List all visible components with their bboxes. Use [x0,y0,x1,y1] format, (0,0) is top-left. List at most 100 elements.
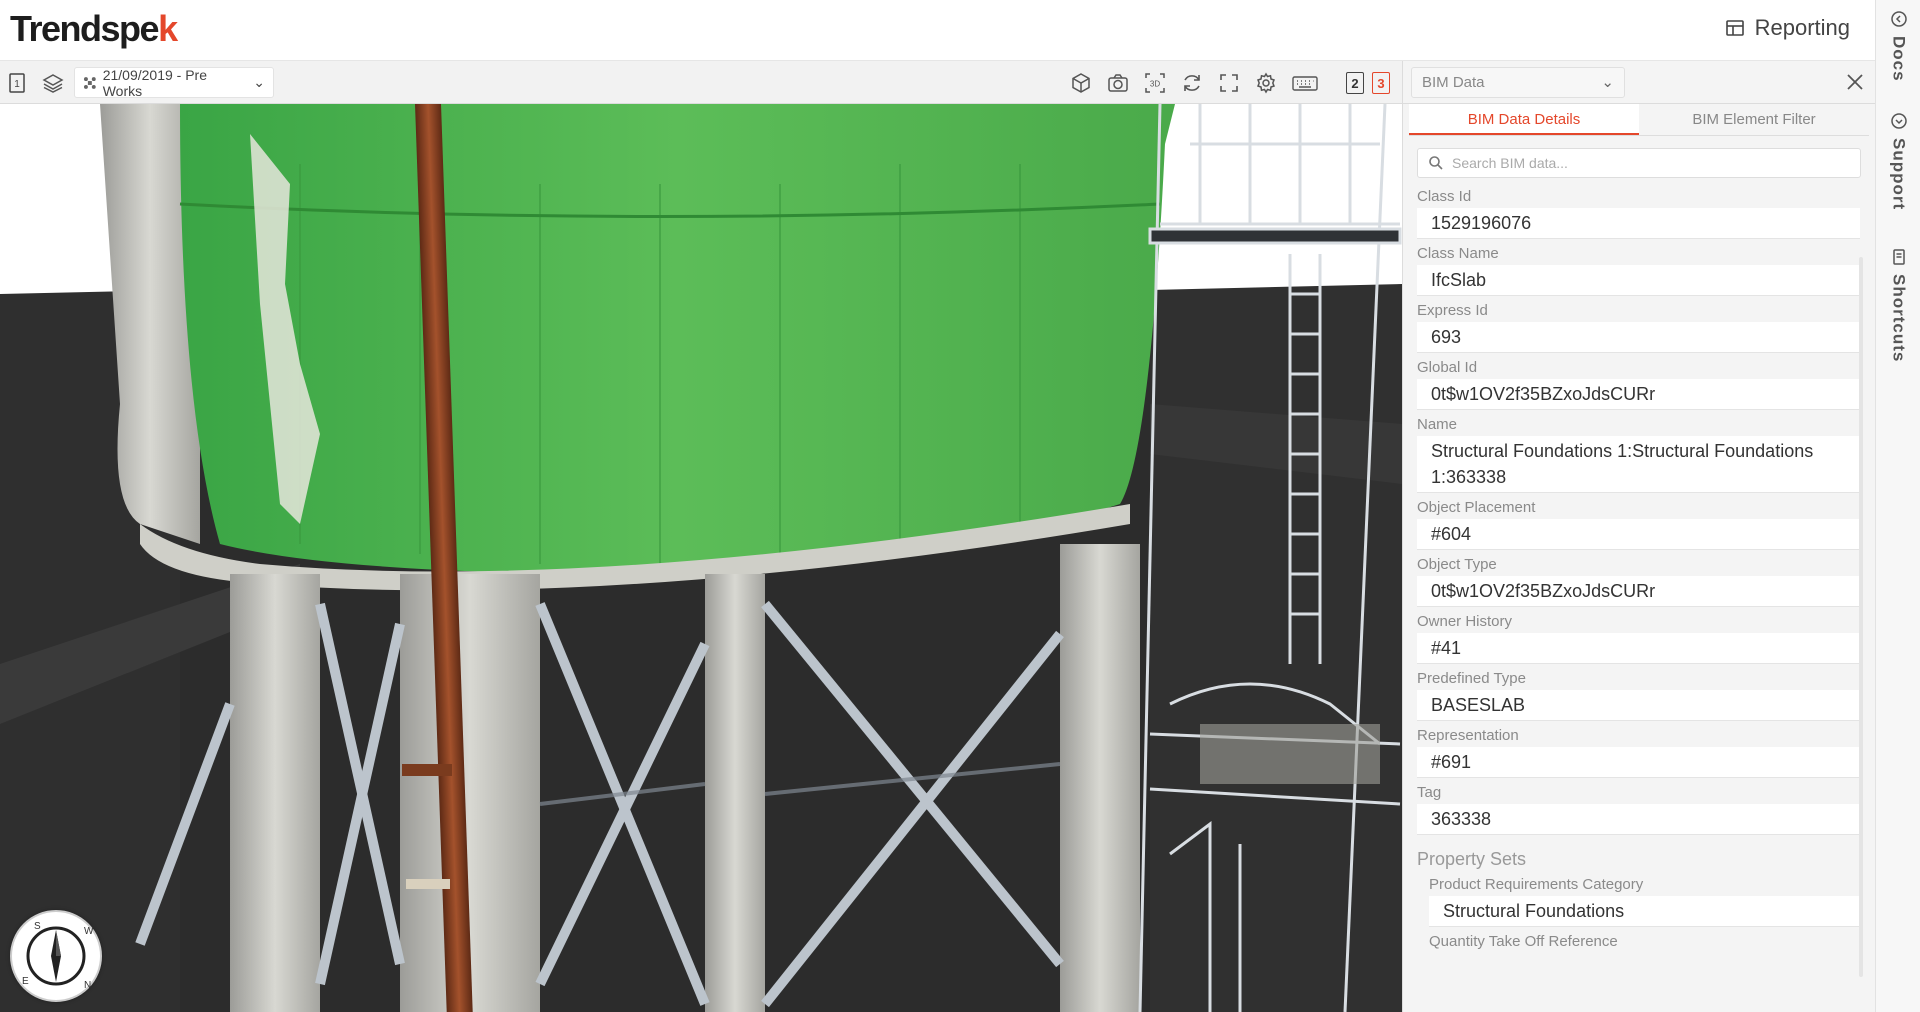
field-product-requirements-category: Product Requirements Category Structural… [1429,874,1861,927]
keyboard-button[interactable] [1290,70,1320,96]
field-label: Global Id [1417,359,1478,376]
field-label: Product Requirements Category [1429,876,1644,893]
layout-3-button[interactable]: 3 [1372,72,1390,94]
field-value: Structural Foundations [1429,896,1860,927]
logo-accent: k [158,8,178,49]
compass-icon: S W N E [22,921,94,991]
fullscreen-icon [1220,74,1238,92]
field-label: Tag [1417,784,1442,801]
bim-select-label: BIM Data [1422,73,1485,91]
chevron-down-icon: ⌄ [253,74,265,90]
point-cloud-scene[interactable] [0,104,1402,1012]
support-button[interactable]: Support [1876,112,1920,210]
field-tag: Tag 363338 [1417,782,1861,835]
field-value: #41 [1417,633,1860,664]
field-label: Quantity Take Off Reference [1429,933,1618,950]
keyboard-icon [1292,76,1318,91]
field-predefined-type: Predefined Type BASESLAB [1417,668,1861,721]
docs-label: Docs [1889,36,1909,82]
panel-tabs: BIM Data Details BIM Element Filter [1409,104,1869,136]
refresh-icon [1184,75,1200,91]
field-label: Predefined Type [1417,670,1526,687]
field-class-id: Class Id 1529196076 [1417,186,1861,239]
field-value: 0t$w1OV2f35BZxoJdsCURr [1417,576,1860,607]
capture-date-label: 21/09/2019 - Pre Works [102,66,207,99]
field-value: #604 [1417,519,1860,550]
gear-icon [1257,72,1275,94]
field-label: Object Type [1417,556,1497,573]
support-label: Support [1889,138,1909,211]
support-icon [1890,113,1907,129]
field-owner-history: Owner History #41 [1417,611,1861,664]
reset-view-button[interactable] [1179,70,1205,96]
field-value: 693 [1417,322,1860,353]
chevron-down-icon: ⌄ [1601,74,1614,91]
field-value: 1529196076 [1417,208,1860,239]
docs-icon [1890,11,1907,27]
svg-text:N: N [84,980,91,991]
help-sidebar: Docs Support Shortcuts [1875,0,1920,1012]
svg-text:E: E [22,976,29,987]
document-icon [1892,249,1905,265]
field-label: Owner History [1417,613,1513,630]
tab-bim-data-details[interactable]: BIM Data Details [1409,104,1639,135]
layers-icon [42,74,64,93]
close-panel-icon[interactable] [1843,70,1867,94]
field-value: Structural Foundations 1:Structural Foun… [1417,436,1860,493]
panel-scrollbar[interactable] [1859,257,1863,977]
field-value: IfcSlab [1417,265,1860,296]
table-icon [1725,20,1744,36]
focus-3d-button[interactable]: 3D [1142,70,1168,96]
app-header: Trendspek Reporting [0,0,1875,61]
layout-2-button[interactable]: 2 [1346,72,1364,94]
bim-search-box[interactable] [1417,148,1861,178]
bim-search-input[interactable] [1452,155,1850,171]
3d-focus-icon: 3D [1145,73,1165,93]
reporting-label: Reporting [1754,15,1850,40]
field-object-placement: Object Placement #604 [1417,497,1861,550]
shortcuts-label: Shortcuts [1889,274,1909,363]
single-view-icon: 1 [9,73,25,93]
reporting-button[interactable]: Reporting [1725,15,1850,41]
3d-viewport[interactable]: S W N E [0,104,1402,1012]
panel-top-bar: BIM Data ⌄ [1403,61,1875,104]
camera-icon [1108,74,1128,92]
field-class-name: Class Name IfcSlab [1417,243,1861,296]
field-value: #691 [1417,747,1860,778]
search-icon [1429,156,1443,170]
field-representation: Representation #691 [1417,725,1861,778]
compass-widget[interactable]: S W N E [10,910,102,1002]
field-global-id: Global Id 0t$w1OV2f35BZxoJdsCURr [1417,357,1861,410]
capture-date-select[interactable]: 21/09/2019 - Pre Works ⌄ [74,66,274,99]
cube-icon [1072,73,1090,93]
screenshot-button[interactable] [1105,70,1131,96]
field-label: Object Placement [1417,499,1536,516]
logo-main: Trendspe [10,8,160,49]
layers-button[interactable] [40,70,66,96]
svg-text:S: S [34,921,41,932]
field-label: Class Id [1417,188,1472,205]
bim-fields-list: Class Id 1529196076 Class Name IfcSlab E… [1403,186,1875,953]
single-view-button[interactable]: 1 [4,70,30,96]
field-express-id: Express Id 693 [1417,300,1861,353]
property-sets-heading[interactable]: Property Sets [1417,849,1861,870]
viewer-toolbar: 1 21/09/2019 - Pre Works ⌄ 3D 2 3 [0,61,1402,104]
fullscreen-button[interactable] [1216,70,1242,96]
trendspek-logo[interactable]: Trendspek [10,8,178,50]
tab-bim-element-filter[interactable]: BIM Element Filter [1639,104,1869,135]
field-quantity-take-off-reference: Quantity Take Off Reference [1429,931,1861,953]
field-label: Express Id [1417,302,1488,319]
svg-text:1: 1 [14,79,20,90]
field-label: Representation [1417,727,1519,744]
docs-button[interactable]: Docs [1876,10,1920,82]
field-label: Class Name [1417,245,1499,262]
shortcuts-button[interactable]: Shortcuts [1876,248,1920,362]
field-name: Name Structural Foundations 1:Structural… [1417,414,1861,493]
field-object-type: Object Type 0t$w1OV2f35BZxoJdsCURr [1417,554,1861,607]
settings-button[interactable] [1253,70,1279,96]
bim-data-select[interactable]: BIM Data ⌄ [1411,66,1625,98]
svg-text:W: W [84,926,94,937]
3d-cube-button[interactable] [1068,70,1094,96]
field-value: 0t$w1OV2f35BZxoJdsCURr [1417,379,1860,410]
field-label: Name [1417,416,1458,433]
